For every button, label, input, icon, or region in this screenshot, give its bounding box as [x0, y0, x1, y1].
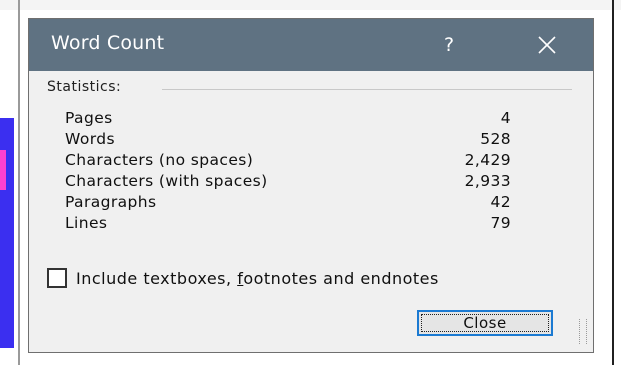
resize-grip[interactable] — [579, 319, 587, 344]
title-bar: Word Count ? — [29, 19, 593, 71]
background-strip — [0, 0, 621, 10]
label-part: ootnotes and endnotes — [243, 268, 439, 288]
stat-label: Characters (with spaces) — [65, 172, 268, 190]
dialog-title: Word Count — [51, 32, 165, 54]
close-button[interactable]: Close — [417, 310, 553, 336]
stat-value: 528 — [480, 130, 511, 148]
word-count-dialog: Word Count ? Statistics: Pages 4 Words 5… — [28, 18, 594, 353]
stat-label: Lines — [65, 214, 108, 232]
stat-row-characters-no-spaces: Characters (no spaces) 2,429 — [65, 151, 511, 172]
include-textboxes-label[interactable]: Include textboxes, footnotes and endnote… — [76, 269, 439, 288]
background-frame-right — [612, 0, 614, 365]
background-frame-left — [18, 0, 20, 365]
screen: Word Count ? Statistics: Pages 4 Words 5… — [0, 0, 621, 365]
stat-label: Pages — [65, 109, 113, 127]
stat-label: Paragraphs — [65, 193, 157, 211]
stat-label: Words — [65, 130, 115, 148]
statistics-group-label: Statistics: — [47, 79, 122, 95]
close-icon[interactable] — [522, 23, 572, 67]
include-textboxes-option[interactable]: Include textboxes, footnotes and endnote… — [47, 267, 439, 289]
stat-value: 79 — [490, 214, 511, 232]
stat-label: Characters (no spaces) — [65, 151, 254, 169]
stat-value: 2,429 — [464, 151, 511, 169]
stat-row-paragraphs: Paragraphs 42 — [65, 193, 511, 214]
stat-value: 42 — [490, 193, 511, 211]
stat-row-characters-with-spaces: Characters (with spaces) 2,933 — [65, 172, 511, 193]
stat-row-lines: Lines 79 — [65, 214, 511, 235]
label-part: Include textboxes, — [76, 268, 238, 288]
help-button[interactable]: ? — [427, 23, 471, 67]
stat-row-words: Words 528 — [65, 130, 511, 151]
group-divider — [162, 89, 572, 90]
statistics-list: Pages 4 Words 528 Characters (no spaces)… — [65, 109, 511, 235]
stat-value: 4 — [500, 109, 511, 127]
stat-value: 2,933 — [464, 172, 511, 190]
stat-row-pages: Pages 4 — [65, 109, 511, 130]
background-decoration-accent — [0, 150, 6, 190]
include-textboxes-checkbox[interactable] — [47, 268, 67, 288]
